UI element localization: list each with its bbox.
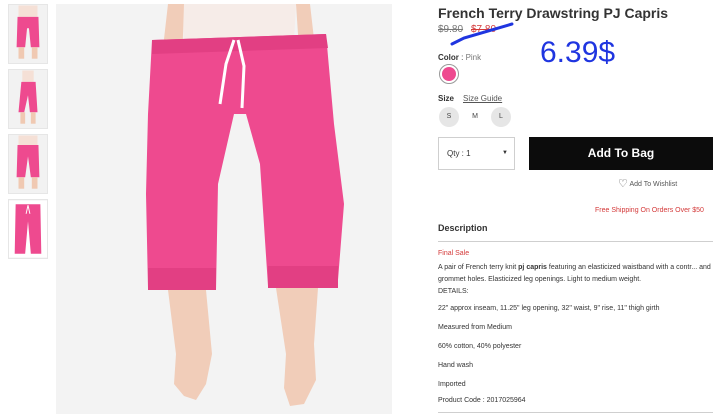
description-before-bold: A pair of French terry knit — [438, 264, 519, 271]
handwritten-strike-mark — [450, 22, 514, 46]
details-label: DETAILS: — [438, 288, 469, 295]
thumbnail-flat[interactable] — [8, 199, 48, 259]
product-title: French Terry Drawstring PJ Capris — [438, 5, 669, 21]
add-to-wishlist-link[interactable]: ♡ Add To Wishlist — [618, 177, 677, 190]
color-label: Color — [438, 53, 459, 62]
description-divider-top — [438, 241, 713, 242]
description-divider-bottom — [438, 412, 713, 413]
swatch-fill — [442, 67, 456, 81]
handwritten-price-annotation: 6.39$ — [540, 36, 616, 69]
heart-icon: ♡ — [618, 178, 628, 190]
description-heading[interactable]: Description — [438, 223, 488, 233]
main-product-image — [56, 4, 392, 414]
size-button-m[interactable]: M — [465, 107, 485, 127]
color-separator: : — [458, 53, 466, 62]
size-guide-link[interactable]: Size Guide — [463, 94, 502, 103]
thumbnail-back[interactable] — [8, 134, 48, 194]
size-button-s[interactable]: S — [439, 107, 459, 127]
description-text: A pair of French terry knit pj capris fe… — [438, 262, 713, 298]
quantity-select[interactable]: Qty : 1 ▼ — [438, 137, 515, 170]
detail-measured-from: Measured from Medium — [438, 324, 512, 331]
detail-care: Hand wash — [438, 362, 474, 369]
wishlist-label: Add To Wishlist — [629, 181, 678, 188]
chevron-down-icon: ▼ — [502, 150, 508, 156]
add-to-bag-button[interactable]: Add To Bag — [529, 137, 713, 170]
color-value: Pink — [465, 53, 482, 62]
size-label: Size — [438, 94, 455, 103]
free-shipping-notice: Free Shipping On Orders Over $50 — [595, 207, 704, 214]
detail-material: 60% cotton, 40% polyester — [438, 343, 522, 350]
thumbnail-strip — [8, 4, 48, 264]
quantity-value: Qty : 1 — [447, 149, 471, 158]
size-button-l[interactable]: L — [491, 107, 511, 127]
description-bold: pj capris — [518, 264, 547, 271]
final-sale-label: Final Sale — [438, 250, 470, 257]
detail-measurements: 22" approx inseam, 11.25" leg opening, 3… — [438, 305, 660, 312]
color-row: Color : Pink — [438, 53, 481, 62]
product-panel: French Terry Drawstring PJ Capris $9.80 … — [438, 0, 713, 420]
color-swatch-pink[interactable] — [439, 64, 459, 84]
thumbnail-side[interactable] — [8, 69, 48, 129]
thumbnail-front[interactable] — [8, 4, 48, 64]
detail-product-code: Product Code : 2017025964 — [438, 397, 526, 404]
detail-origin: Imported — [438, 381, 466, 388]
